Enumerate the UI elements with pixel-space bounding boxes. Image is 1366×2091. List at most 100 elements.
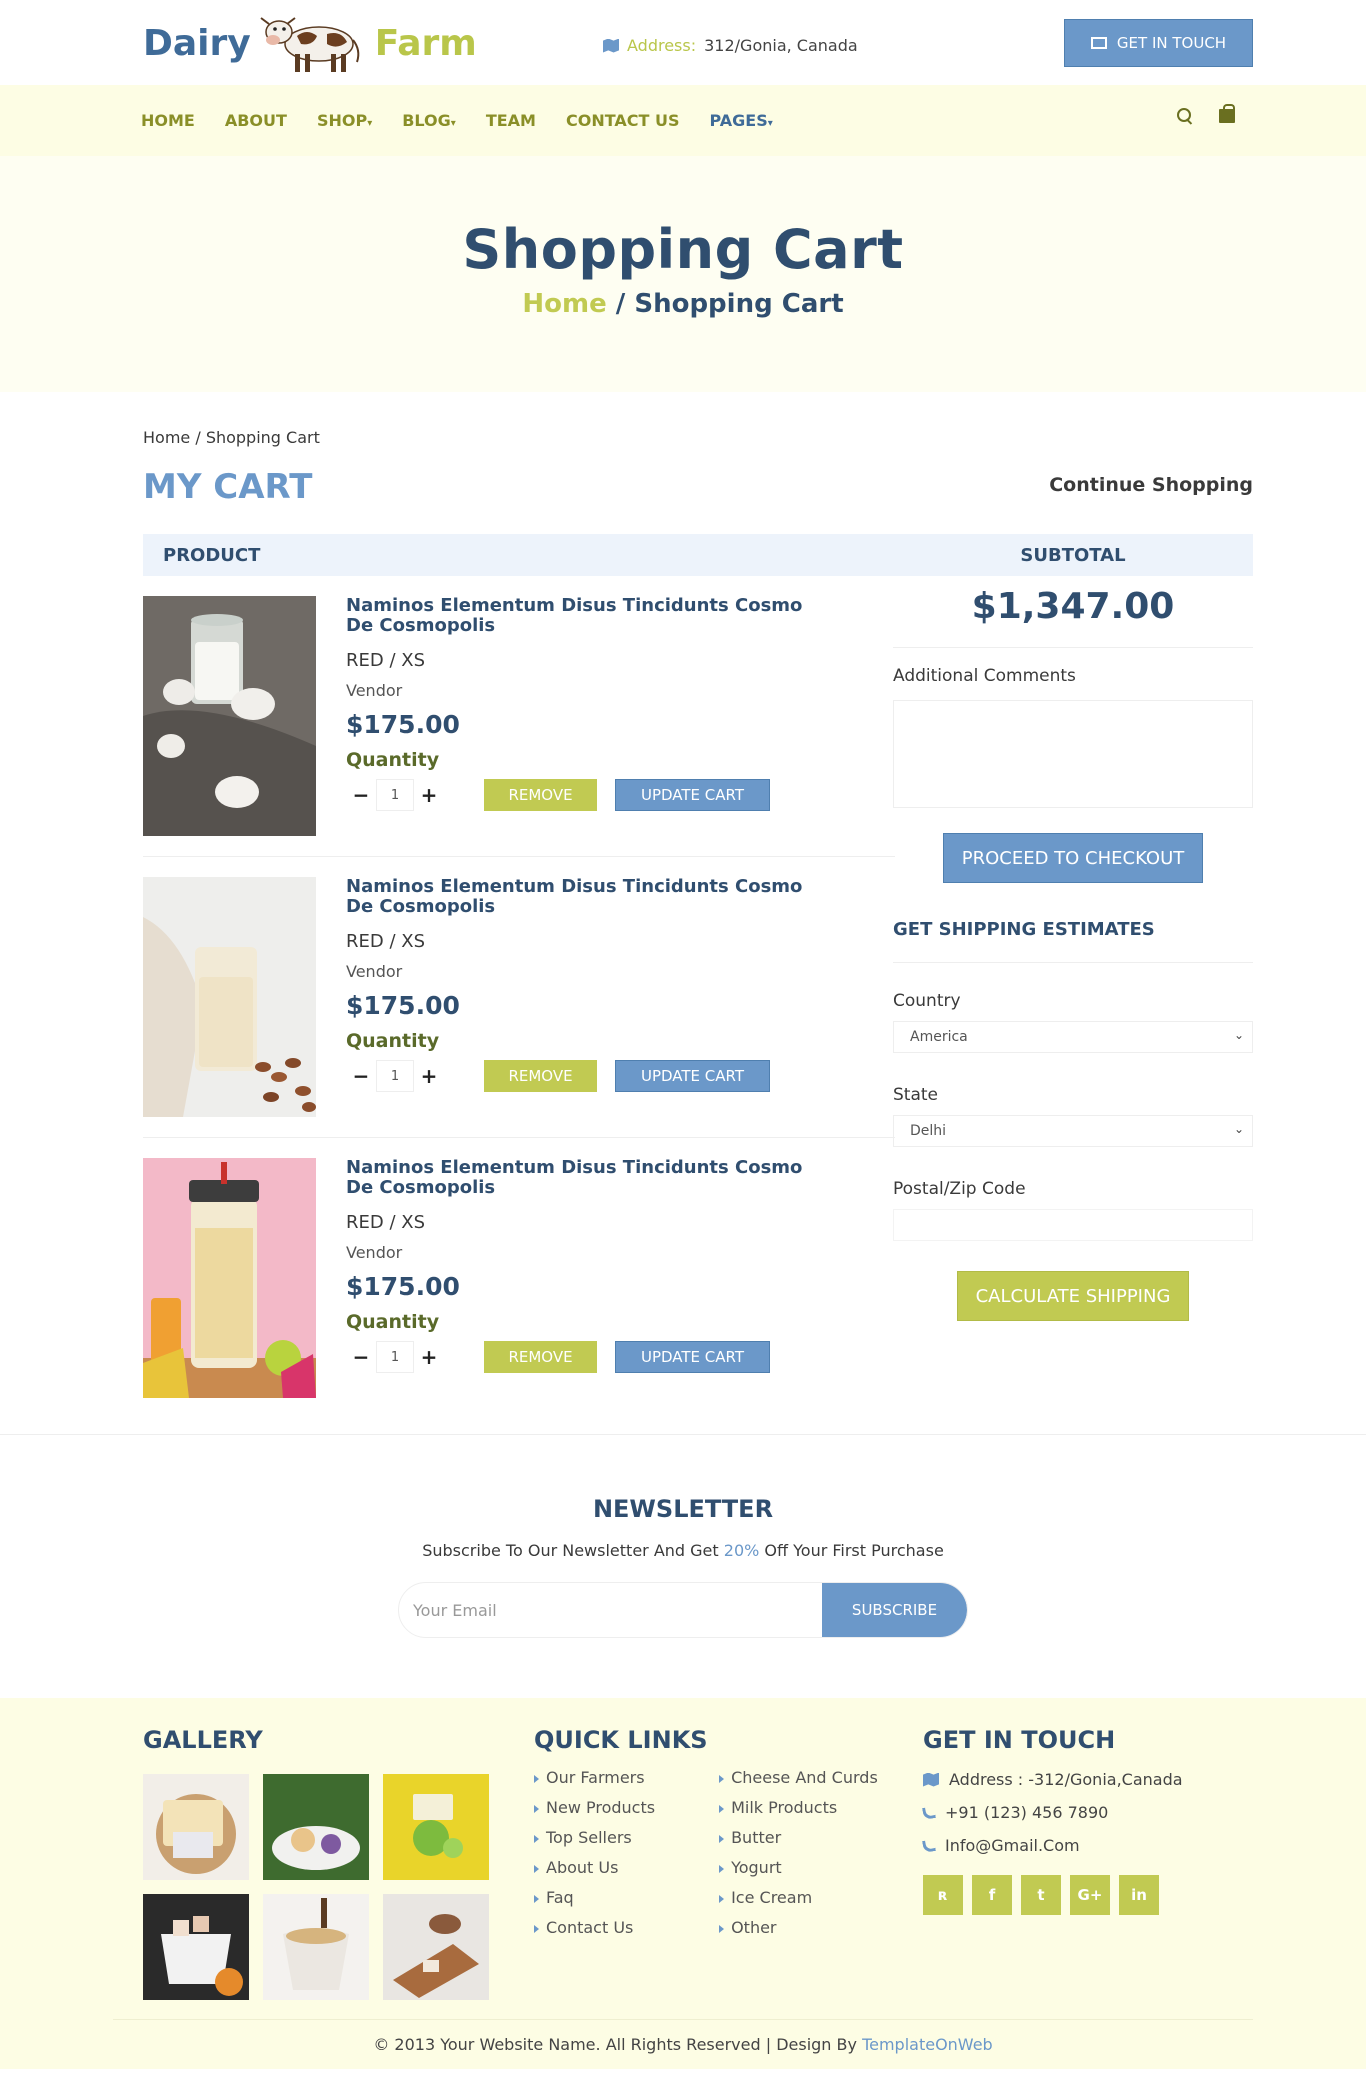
gallery-image[interactable] bbox=[383, 1774, 489, 1880]
nav-item-pages[interactable]: PAGES▾ bbox=[710, 111, 773, 130]
gallery-image[interactable] bbox=[263, 1774, 369, 1880]
banner-crumb-home[interactable]: Home bbox=[522, 289, 606, 319]
logo[interactable]: Dairy Farm bbox=[143, 10, 477, 76]
footer-link-butter[interactable]: Butter bbox=[719, 1828, 878, 1847]
decrease-quantity-button[interactable]: − bbox=[346, 1345, 376, 1369]
footer-link-our-farmers[interactable]: Our Farmers bbox=[534, 1768, 655, 1787]
google-plus-icon[interactable]: G+ bbox=[1070, 1875, 1110, 1915]
gallery-image[interactable] bbox=[383, 1894, 489, 2000]
shopping-bag-icon[interactable] bbox=[1219, 104, 1235, 123]
rss-icon[interactable]: ʀ bbox=[923, 1875, 963, 1915]
linkedin-icon[interactable]: in bbox=[1119, 1875, 1159, 1915]
nav-item-shop[interactable]: SHOP▾ bbox=[317, 111, 372, 130]
phone-icon bbox=[922, 1805, 936, 1820]
gallery-column: GALLERY bbox=[143, 1726, 489, 2000]
increase-quantity-button[interactable]: + bbox=[414, 1064, 444, 1088]
cart-section: Home / Shopping Cart MY CART Continue Sh… bbox=[0, 392, 1366, 1434]
footer-link-faq[interactable]: Faq bbox=[534, 1888, 655, 1907]
caret-right-icon bbox=[719, 1805, 725, 1813]
comments-textarea[interactable] bbox=[893, 700, 1253, 808]
state-selected-value: Delhi bbox=[910, 1123, 947, 1139]
caret-right-icon bbox=[534, 1895, 539, 1903]
product-vendor: Vendor bbox=[346, 1243, 403, 1262]
nav-item-home[interactable]: HOME bbox=[141, 111, 195, 130]
gallery-image[interactable] bbox=[143, 1894, 249, 2000]
calculate-shipping-button[interactable]: CALCULATE SHIPPING bbox=[957, 1271, 1189, 1321]
decrease-quantity-button[interactable]: − bbox=[346, 783, 376, 807]
product-price: $175.00 bbox=[346, 991, 460, 1020]
product-image-smoothie[interactable] bbox=[143, 1158, 316, 1398]
footer-link-cheese[interactable]: Cheese And Curds bbox=[719, 1768, 878, 1787]
chevron-down-icon: ⌄ bbox=[1233, 1122, 1244, 1136]
twitter-icon[interactable]: t bbox=[1021, 1875, 1061, 1915]
state-select[interactable]: Delhi ⌄ bbox=[893, 1115, 1253, 1147]
quantity-label: Quantity bbox=[346, 1311, 440, 1333]
footer-link-ice-cream[interactable]: Ice Cream bbox=[719, 1888, 878, 1907]
increase-quantity-button[interactable]: + bbox=[414, 1345, 444, 1369]
cart-layout: PRODUCT Naminos Elementum Disus Tincidun… bbox=[113, 534, 1253, 1434]
quantity-input[interactable]: 1 bbox=[376, 1060, 414, 1092]
footer-link-contact-us[interactable]: Contact Us bbox=[534, 1918, 655, 1937]
get-in-touch-button[interactable]: GET IN TOUCH bbox=[1064, 19, 1253, 67]
contact-column: GET IN TOUCH Address : -312/Gonia,Canada… bbox=[922, 1726, 1183, 1915]
increase-quantity-button[interactable]: + bbox=[414, 783, 444, 807]
nav-item-blog[interactable]: BLOG▾ bbox=[402, 111, 456, 130]
cart-products: PRODUCT Naminos Elementum Disus Tincidun… bbox=[143, 534, 895, 1419]
quantity-stepper: − 1 + bbox=[346, 1341, 466, 1373]
product-name[interactable]: Naminos Elementum Disus Tincidunts Cosmo… bbox=[346, 1158, 806, 1198]
quantity-row: − 1 + REMOVE UPDATE CART bbox=[346, 1341, 806, 1373]
designer-link[interactable]: TemplateOnWeb bbox=[862, 2035, 993, 2054]
quantity-stepper: − 1 + bbox=[346, 1060, 466, 1092]
product-image-milk-almonds[interactable] bbox=[143, 877, 316, 1117]
search-icon[interactable] bbox=[1177, 108, 1193, 124]
product-variant: RED / XS bbox=[346, 650, 426, 671]
update-cart-button[interactable]: UPDATE CART bbox=[615, 1341, 770, 1373]
caret-right-icon bbox=[719, 1925, 725, 1933]
quantity-input[interactable]: 1 bbox=[376, 1341, 414, 1373]
footer-phone[interactable]: +91 (123) 456 7890 bbox=[922, 1803, 1183, 1822]
quick-links: Our Farmers New Products Top Sellers Abo… bbox=[534, 1768, 878, 1948]
zip-label: Postal/Zip Code bbox=[893, 1179, 1026, 1199]
update-cart-button[interactable]: UPDATE CART bbox=[615, 779, 770, 811]
map-icon bbox=[923, 1772, 939, 1787]
product-image-milk-eggs[interactable] bbox=[143, 596, 316, 836]
product-name[interactable]: Naminos Elementum Disus Tincidunts Cosmo… bbox=[346, 596, 806, 636]
proceed-to-checkout-button[interactable]: PROCEED TO CHECKOUT bbox=[943, 833, 1203, 883]
remove-button[interactable]: REMOVE bbox=[484, 779, 597, 811]
banner-crumb-current: Shopping Cart bbox=[634, 289, 844, 319]
caret-right-icon bbox=[719, 1835, 725, 1843]
footer-link-new-products[interactable]: New Products bbox=[534, 1798, 655, 1817]
gallery-image[interactable] bbox=[263, 1894, 369, 2000]
cart-item-info: Naminos Elementum Disus Tincidunts Cosmo… bbox=[346, 1158, 806, 1373]
facebook-icon[interactable]: f bbox=[972, 1875, 1012, 1915]
nav-menu: HOME ABOUT SHOP▾ BLOG▾ TEAM CONTACT US P… bbox=[113, 85, 1253, 156]
subtotal-value: $1,347.00 bbox=[893, 576, 1253, 648]
footer-link-other[interactable]: Other bbox=[719, 1918, 878, 1937]
remove-button[interactable]: REMOVE bbox=[484, 1341, 597, 1373]
product-name[interactable]: Naminos Elementum Disus Tincidunts Cosmo… bbox=[346, 877, 806, 917]
update-cart-button[interactable]: UPDATE CART bbox=[615, 1060, 770, 1092]
decrease-quantity-button[interactable]: − bbox=[346, 1064, 376, 1088]
footer-link-milk[interactable]: Milk Products bbox=[719, 1798, 878, 1817]
discount-percent: 20% bbox=[723, 1541, 760, 1560]
gallery-image[interactable] bbox=[143, 1774, 249, 1880]
footer-link-yogurt[interactable]: Yogurt bbox=[719, 1858, 878, 1877]
remove-button[interactable]: REMOVE bbox=[484, 1060, 597, 1092]
newsletter-section: NEWSLETTER Subscribe To Our Newsletter A… bbox=[0, 1434, 1366, 1698]
continue-shopping-link[interactable]: Continue Shopping bbox=[1049, 474, 1253, 496]
nav-item-about[interactable]: ABOUT bbox=[225, 111, 287, 130]
nav-item-contact[interactable]: CONTACT US bbox=[566, 111, 680, 130]
footer-link-top-sellers[interactable]: Top Sellers bbox=[534, 1828, 655, 1847]
country-label: Country bbox=[893, 991, 961, 1011]
subscribe-button[interactable]: SUBSCRIBE bbox=[822, 1583, 967, 1637]
email-field[interactable]: Your Email bbox=[399, 1583, 822, 1637]
quantity-input[interactable]: 1 bbox=[376, 779, 414, 811]
footer-link-about-us[interactable]: About Us bbox=[534, 1858, 655, 1877]
newsletter-form: Your Email SUBSCRIBE bbox=[398, 1582, 968, 1638]
nav-item-team[interactable]: TEAM bbox=[486, 111, 536, 130]
footer-email[interactable]: Info@Gmail.Com bbox=[922, 1836, 1183, 1855]
zip-code-input[interactable] bbox=[893, 1209, 1253, 1241]
top-header: Dairy Farm Address: 312/Gonia, Canada GE… bbox=[0, 0, 1366, 85]
country-select[interactable]: America ⌄ bbox=[893, 1021, 1253, 1053]
quantity-label: Quantity bbox=[346, 749, 440, 771]
